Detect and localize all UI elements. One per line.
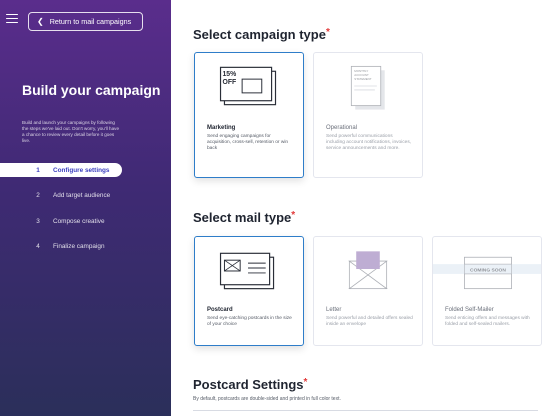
step-number: 4 (36, 243, 40, 250)
return-to-campaigns-button[interactable]: ❮ Return to mail campaigns (28, 12, 143, 31)
step-number: 3 (36, 217, 40, 225)
step-list: 1 Configure settings 2 Add target audien… (0, 163, 171, 265)
sidebar-description: Build and launch your campaigns by follo… (22, 120, 120, 143)
card-description: Send powerful communications including a… (326, 134, 412, 152)
hamburger-menu-icon[interactable] (6, 14, 18, 24)
step-label: Add target audience (53, 192, 111, 199)
campaign-type-heading: Select campaign type* (193, 27, 330, 42)
mail-type-letter-card[interactable]: Letter Send powerful and detailed offers… (313, 236, 423, 346)
marketing-badge-line1: 15% (222, 71, 236, 78)
card-description: Send engaging campaigns for acquisition,… (207, 134, 289, 152)
mail-type-folded-self-mailer-card[interactable]: COMING SOON Folded Self-Mailer Send enti… (432, 236, 542, 346)
required-marker: * (325, 27, 330, 38)
card-description: Send enticing offers and messages with f… (445, 316, 530, 328)
mail-type-title: Select mail type (193, 210, 292, 225)
sidebar-title: Build your campaign (22, 82, 161, 98)
step-configure-settings[interactable]: 1 Configure settings (0, 163, 122, 177)
step-finalize-campaign[interactable]: 4 Finalize campaign (0, 240, 171, 254)
card-title: Folded Self-Mailer (445, 307, 494, 313)
card-description: Send eye-catching postcards in the size … (207, 316, 292, 328)
main-content: Select campaign type* 15% OFF Marketing … (171, 0, 560, 416)
chevron-left-icon: ❮ (37, 16, 44, 26)
postcard-settings-subtitle: By default, postcards are double-sided a… (193, 396, 341, 402)
postcard-settings-title: Postcard Settings (193, 377, 304, 392)
return-button-label: Return to mail campaigns (49, 17, 132, 26)
step-label: Compose creative (53, 217, 105, 225)
statement-line3: STATEMENT (354, 77, 372, 81)
step-compose-creative[interactable]: 3 Compose creative (0, 214, 171, 228)
operational-document-icon: MONTHLY ACCOUNT STATEMENT (350, 65, 385, 110)
divider (193, 410, 538, 411)
campaign-type-marketing-card[interactable]: 15% OFF Marketing Send engaging campaign… (194, 52, 304, 178)
sidebar: ❮ Return to mail campaigns Build your ca… (0, 0, 171, 416)
mail-type-postcard-card[interactable]: Postcard Send eye-catching postcards in … (194, 236, 304, 346)
step-number: 1 (36, 166, 40, 174)
card-title: Letter (326, 307, 342, 313)
postcard-icon (219, 252, 275, 290)
step-number: 2 (36, 192, 40, 199)
step-add-target-audience[interactable]: 2 Add target audience (0, 189, 171, 203)
required-marker: * (303, 377, 308, 388)
step-label: Finalize campaign (53, 243, 105, 250)
marketing-badge-line2: OFF (222, 79, 236, 86)
letter-envelope-icon (348, 251, 388, 290)
card-title: Postcard (207, 307, 233, 313)
campaign-type-operational-card[interactable]: MONTHLY ACCOUNT STATEMENT Operational Se… (313, 52, 423, 178)
folded-mailer-icon: COMING SOON (433, 256, 541, 290)
card-title: Marketing (207, 125, 236, 131)
mail-type-heading: Select mail type* (193, 210, 295, 225)
marketing-postcard-icon: 15% OFF (219, 66, 277, 106)
coming-soon-badge: COMING SOON (470, 267, 506, 273)
step-label: Configure settings (53, 166, 110, 174)
campaign-type-title: Select campaign type (193, 27, 326, 42)
postcard-settings-heading: Postcard Settings* (193, 377, 307, 392)
card-title: Operational (326, 125, 358, 131)
card-description: Send powerful and detailed offers sealed… (326, 316, 413, 328)
required-marker: * (291, 210, 296, 221)
